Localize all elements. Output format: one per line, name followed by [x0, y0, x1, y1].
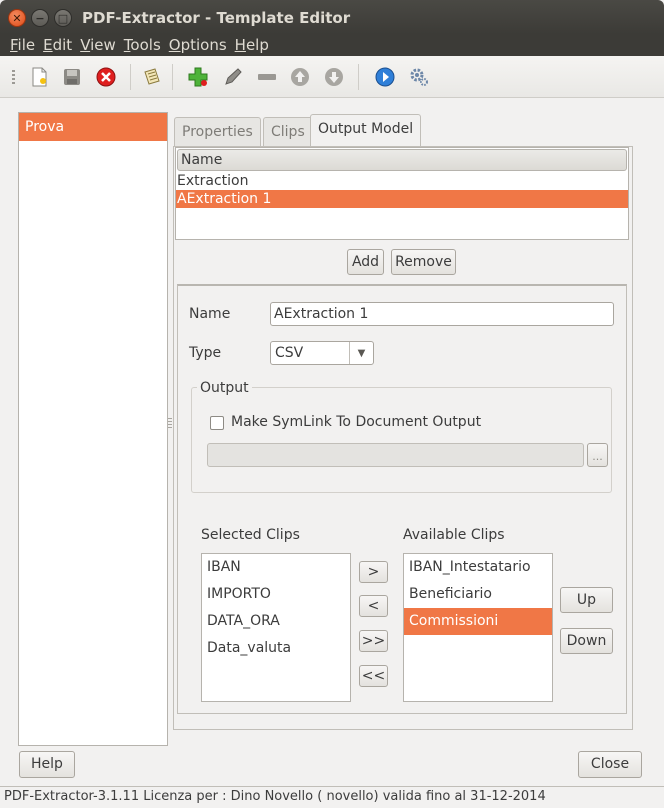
move-down-icon — [325, 68, 343, 86]
template-item[interactable]: Prova — [19, 113, 167, 141]
menu-view[interactable]: View — [80, 34, 116, 56]
tab-output-model[interactable]: Output Model — [310, 114, 422, 147]
close-template-button[interactable] — [94, 65, 118, 89]
status-bar: PDF-Extractor-3.1.11 Licenza per : Dino … — [0, 786, 664, 808]
settings-button[interactable] — [407, 65, 431, 89]
list-item[interactable]: Beneficiario — [404, 581, 552, 608]
open-template-button[interactable] — [140, 65, 164, 89]
toolbar-separator — [130, 64, 131, 90]
toolbar — [0, 56, 664, 98]
move-left-button[interactable]: < — [359, 595, 388, 617]
new-document-icon — [32, 67, 47, 87]
close-document-icon — [96, 67, 116, 87]
list-item[interactable]: IBAN — [202, 554, 350, 581]
move-all-right-button[interactable]: >> — [359, 630, 388, 652]
table-row-selected[interactable]: AExtraction 1 — [176, 190, 628, 208]
selected-clips-list[interactable]: IBAN IMPORTO DATA_ORA Data_valuta — [201, 553, 351, 702]
template-list[interactable]: Prova — [18, 112, 168, 746]
move-right-button[interactable]: > — [359, 561, 388, 583]
move-up-icon — [291, 68, 309, 86]
add-icon — [188, 67, 208, 87]
output-path-input[interactable] — [207, 443, 584, 467]
toolbar-grip[interactable] — [12, 70, 15, 84]
output-group-title: Output — [197, 380, 252, 396]
toolbar-separator — [172, 64, 173, 90]
list-item[interactable]: DATA_ORA — [202, 608, 350, 635]
toolbar-separator — [358, 64, 359, 90]
menu-edit[interactable]: Edit — [43, 34, 72, 56]
window-minimize-button[interactable]: − — [31, 9, 49, 27]
remove-output-button[interactable]: Remove — [391, 249, 456, 275]
output-model-table[interactable]: Name Extraction AExtraction 1 — [175, 147, 629, 240]
menu-bar: File Edit View Tools Options Help — [0, 34, 664, 56]
edit-item-button[interactable] — [221, 65, 245, 89]
chevron-down-icon[interactable]: ▼ — [349, 342, 373, 364]
menu-options[interactable]: Options — [169, 34, 227, 56]
save-icon — [64, 69, 80, 85]
type-label: Type — [189, 345, 222, 361]
selected-clips-label: Selected Clips — [201, 527, 300, 543]
remove-icon — [258, 74, 276, 80]
type-select-value: CSV — [275, 345, 304, 361]
available-clips-label: Available Clips — [403, 527, 505, 543]
add-item-button[interactable] — [186, 65, 210, 89]
window-close-button[interactable]: ✕ — [8, 9, 26, 27]
available-clips-list[interactable]: IBAN_Intestatario Beneficiario Commissio… — [403, 553, 553, 702]
splitter-handle[interactable] — [168, 418, 172, 430]
down-button[interactable]: Down — [560, 628, 613, 654]
minimize-icon: − — [35, 11, 45, 25]
run-button[interactable] — [373, 65, 397, 89]
list-item[interactable]: IBAN_Intestatario — [404, 554, 552, 581]
menu-tools[interactable]: Tools — [124, 34, 161, 56]
name-input[interactable]: AExtraction 1 — [270, 302, 614, 326]
close-button[interactable]: Close — [578, 751, 642, 778]
list-item-highlighted[interactable]: Commissioni — [404, 608, 552, 635]
symlink-label[interactable]: Make SymLink To Document Output — [231, 414, 481, 430]
open-template-icon — [144, 68, 160, 85]
move-all-left-button[interactable]: << — [359, 665, 388, 687]
save-button[interactable] — [60, 65, 84, 89]
add-output-button[interactable]: Add — [347, 249, 384, 275]
window-maximize-button[interactable]: □ — [54, 9, 72, 27]
help-button[interactable]: Help — [19, 751, 75, 778]
settings-icon — [410, 68, 428, 86]
run-icon — [375, 67, 395, 87]
output-group — [191, 387, 612, 493]
close-icon: ✕ — [12, 11, 22, 25]
move-up-button[interactable] — [288, 65, 312, 89]
table-row[interactable]: Extraction — [176, 172, 628, 190]
list-item[interactable]: Data_valuta — [202, 635, 350, 662]
new-template-button[interactable] — [27, 65, 51, 89]
up-button[interactable]: Up — [560, 587, 613, 613]
browse-button[interactable]: ... — [587, 443, 608, 467]
maximize-icon: □ — [57, 11, 69, 25]
menu-help[interactable]: Help — [235, 34, 269, 56]
name-label: Name — [189, 306, 231, 322]
menu-file[interactable]: File — [10, 34, 35, 56]
window-title: PDF-Extractor - Template Editor — [82, 9, 351, 27]
symlink-checkbox[interactable] — [210, 416, 224, 430]
remove-item-button[interactable] — [255, 65, 279, 89]
tab-clips[interactable]: Clips — [263, 117, 313, 147]
move-down-button[interactable] — [322, 65, 346, 89]
title-bar[interactable]: ✕ − □ PDF-Extractor - Template Editor — [0, 0, 664, 34]
tab-properties[interactable]: Properties — [174, 117, 261, 147]
list-item[interactable]: IMPORTO — [202, 581, 350, 608]
edit-icon — [225, 68, 242, 85]
type-select[interactable]: CSV ▼ — [270, 341, 374, 365]
app-window: ✕ − □ PDF-Extractor - Template Editor Fi… — [0, 0, 664, 808]
table-header-name[interactable]: Name — [177, 149, 627, 171]
